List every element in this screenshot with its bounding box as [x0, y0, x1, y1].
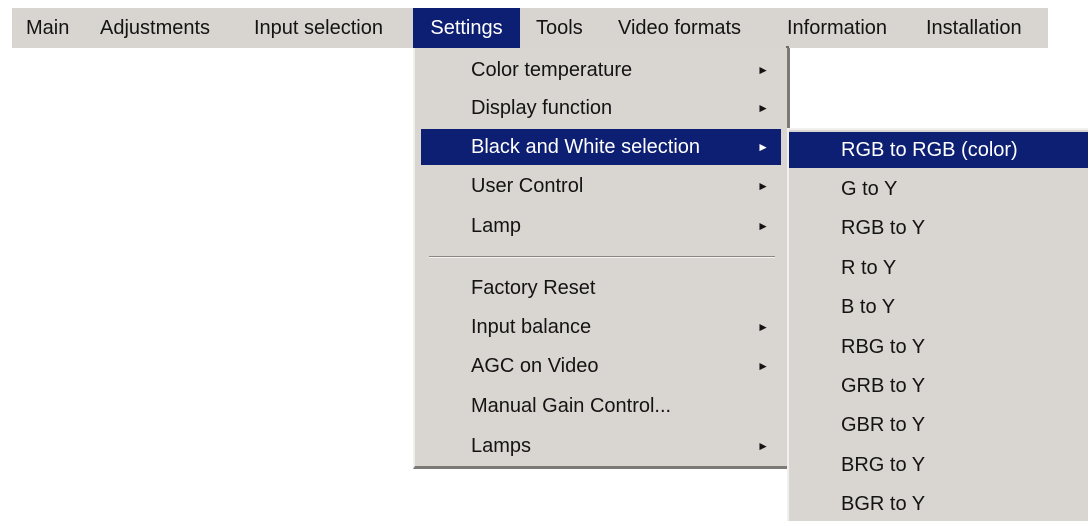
menu-item-label: Input balance [471, 316, 592, 338]
submenu-item-b-to-y[interactable]: B to Y [789, 289, 1088, 325]
menu-item-label: Manual Gain Control... [471, 395, 672, 417]
menu-item-label: Color temperature [471, 59, 633, 81]
submenu-arrow-icon: ► [757, 439, 769, 453]
submenu-item-rgb-to-y[interactable]: RGB to Y [789, 210, 1088, 246]
submenu-item-g-to-y[interactable]: G to Y [789, 171, 1088, 207]
submenu-item-rgb-to-rgb-color[interactable]: RGB to RGB (color) [789, 132, 1088, 168]
submenu-item-gbr-to-y[interactable]: GBR to Y [789, 407, 1088, 443]
submenu-item-rbg-to-y[interactable]: RBG to Y [789, 329, 1088, 365]
submenu-item-grb-to-y[interactable]: GRB to Y [789, 368, 1088, 404]
menu-item-label: Display function [471, 97, 613, 119]
black-and-white-submenu: RGB to RGB (color) G to Y RGB to Y R to … [787, 128, 1088, 521]
submenu-item-brg-to-y[interactable]: BRG to Y [789, 447, 1088, 483]
submenu-arrow-icon: ► [757, 219, 769, 233]
submenu-arrow-icon: ► [757, 140, 769, 154]
menu-information[interactable]: Information [787, 8, 887, 48]
submenu-arrow-icon: ► [757, 320, 769, 334]
menu-installation[interactable]: Installation [926, 8, 1022, 48]
screen: Main Adjustments Input selection Setting… [0, 0, 1088, 521]
menu-item-label: Factory Reset [471, 277, 596, 299]
menu-item-display-function[interactable]: Display function ► [421, 90, 781, 126]
submenu-item-bgr-to-y[interactable]: BGR to Y [789, 486, 1088, 521]
menu-item-label: AGC on Video [471, 355, 599, 377]
menu-settings[interactable]: Settings [413, 8, 520, 48]
submenu-arrow-icon: ► [757, 179, 769, 193]
menu-main[interactable]: Main [26, 8, 69, 48]
menu-item-label: Black and White selection [471, 136, 701, 158]
submenu-arrow-icon: ► [757, 359, 769, 373]
menu-video-formats[interactable]: Video formats [618, 8, 741, 48]
submenu-arrow-icon: ► [757, 101, 769, 115]
menu-item-lamps[interactable]: Lamps ► [421, 428, 781, 464]
menu-item-black-and-white-selection[interactable]: Black and White selection ► [421, 129, 781, 165]
menu-bar: Main Adjustments Input selection Setting… [12, 8, 1048, 48]
menu-tools[interactable]: Tools [536, 8, 583, 48]
submenu-arrow-icon: ► [757, 63, 769, 77]
menu-separator [429, 256, 775, 258]
menu-item-agc-on-video[interactable]: AGC on Video ► [421, 348, 781, 384]
menu-item-color-temperature[interactable]: Color temperature ► [421, 52, 781, 88]
menu-item-input-balance[interactable]: Input balance ► [421, 309, 781, 345]
menu-input-selection[interactable]: Input selection [254, 8, 383, 48]
menu-item-label: Lamps [471, 435, 532, 457]
menu-item-label: User Control [471, 175, 584, 197]
settings-dropdown: Color temperature ► Display function ► B… [413, 48, 790, 469]
submenu-item-r-to-y[interactable]: R to Y [789, 250, 1088, 286]
menu-item-manual-gain-control[interactable]: Manual Gain Control... [421, 388, 781, 424]
menu-item-factory-reset[interactable]: Factory Reset [421, 270, 781, 306]
menu-item-user-control[interactable]: User Control ► [421, 168, 781, 204]
menu-adjustments[interactable]: Adjustments [100, 8, 210, 48]
menu-item-label: Lamp [471, 215, 522, 237]
menu-item-lamp[interactable]: Lamp ► [421, 208, 781, 244]
